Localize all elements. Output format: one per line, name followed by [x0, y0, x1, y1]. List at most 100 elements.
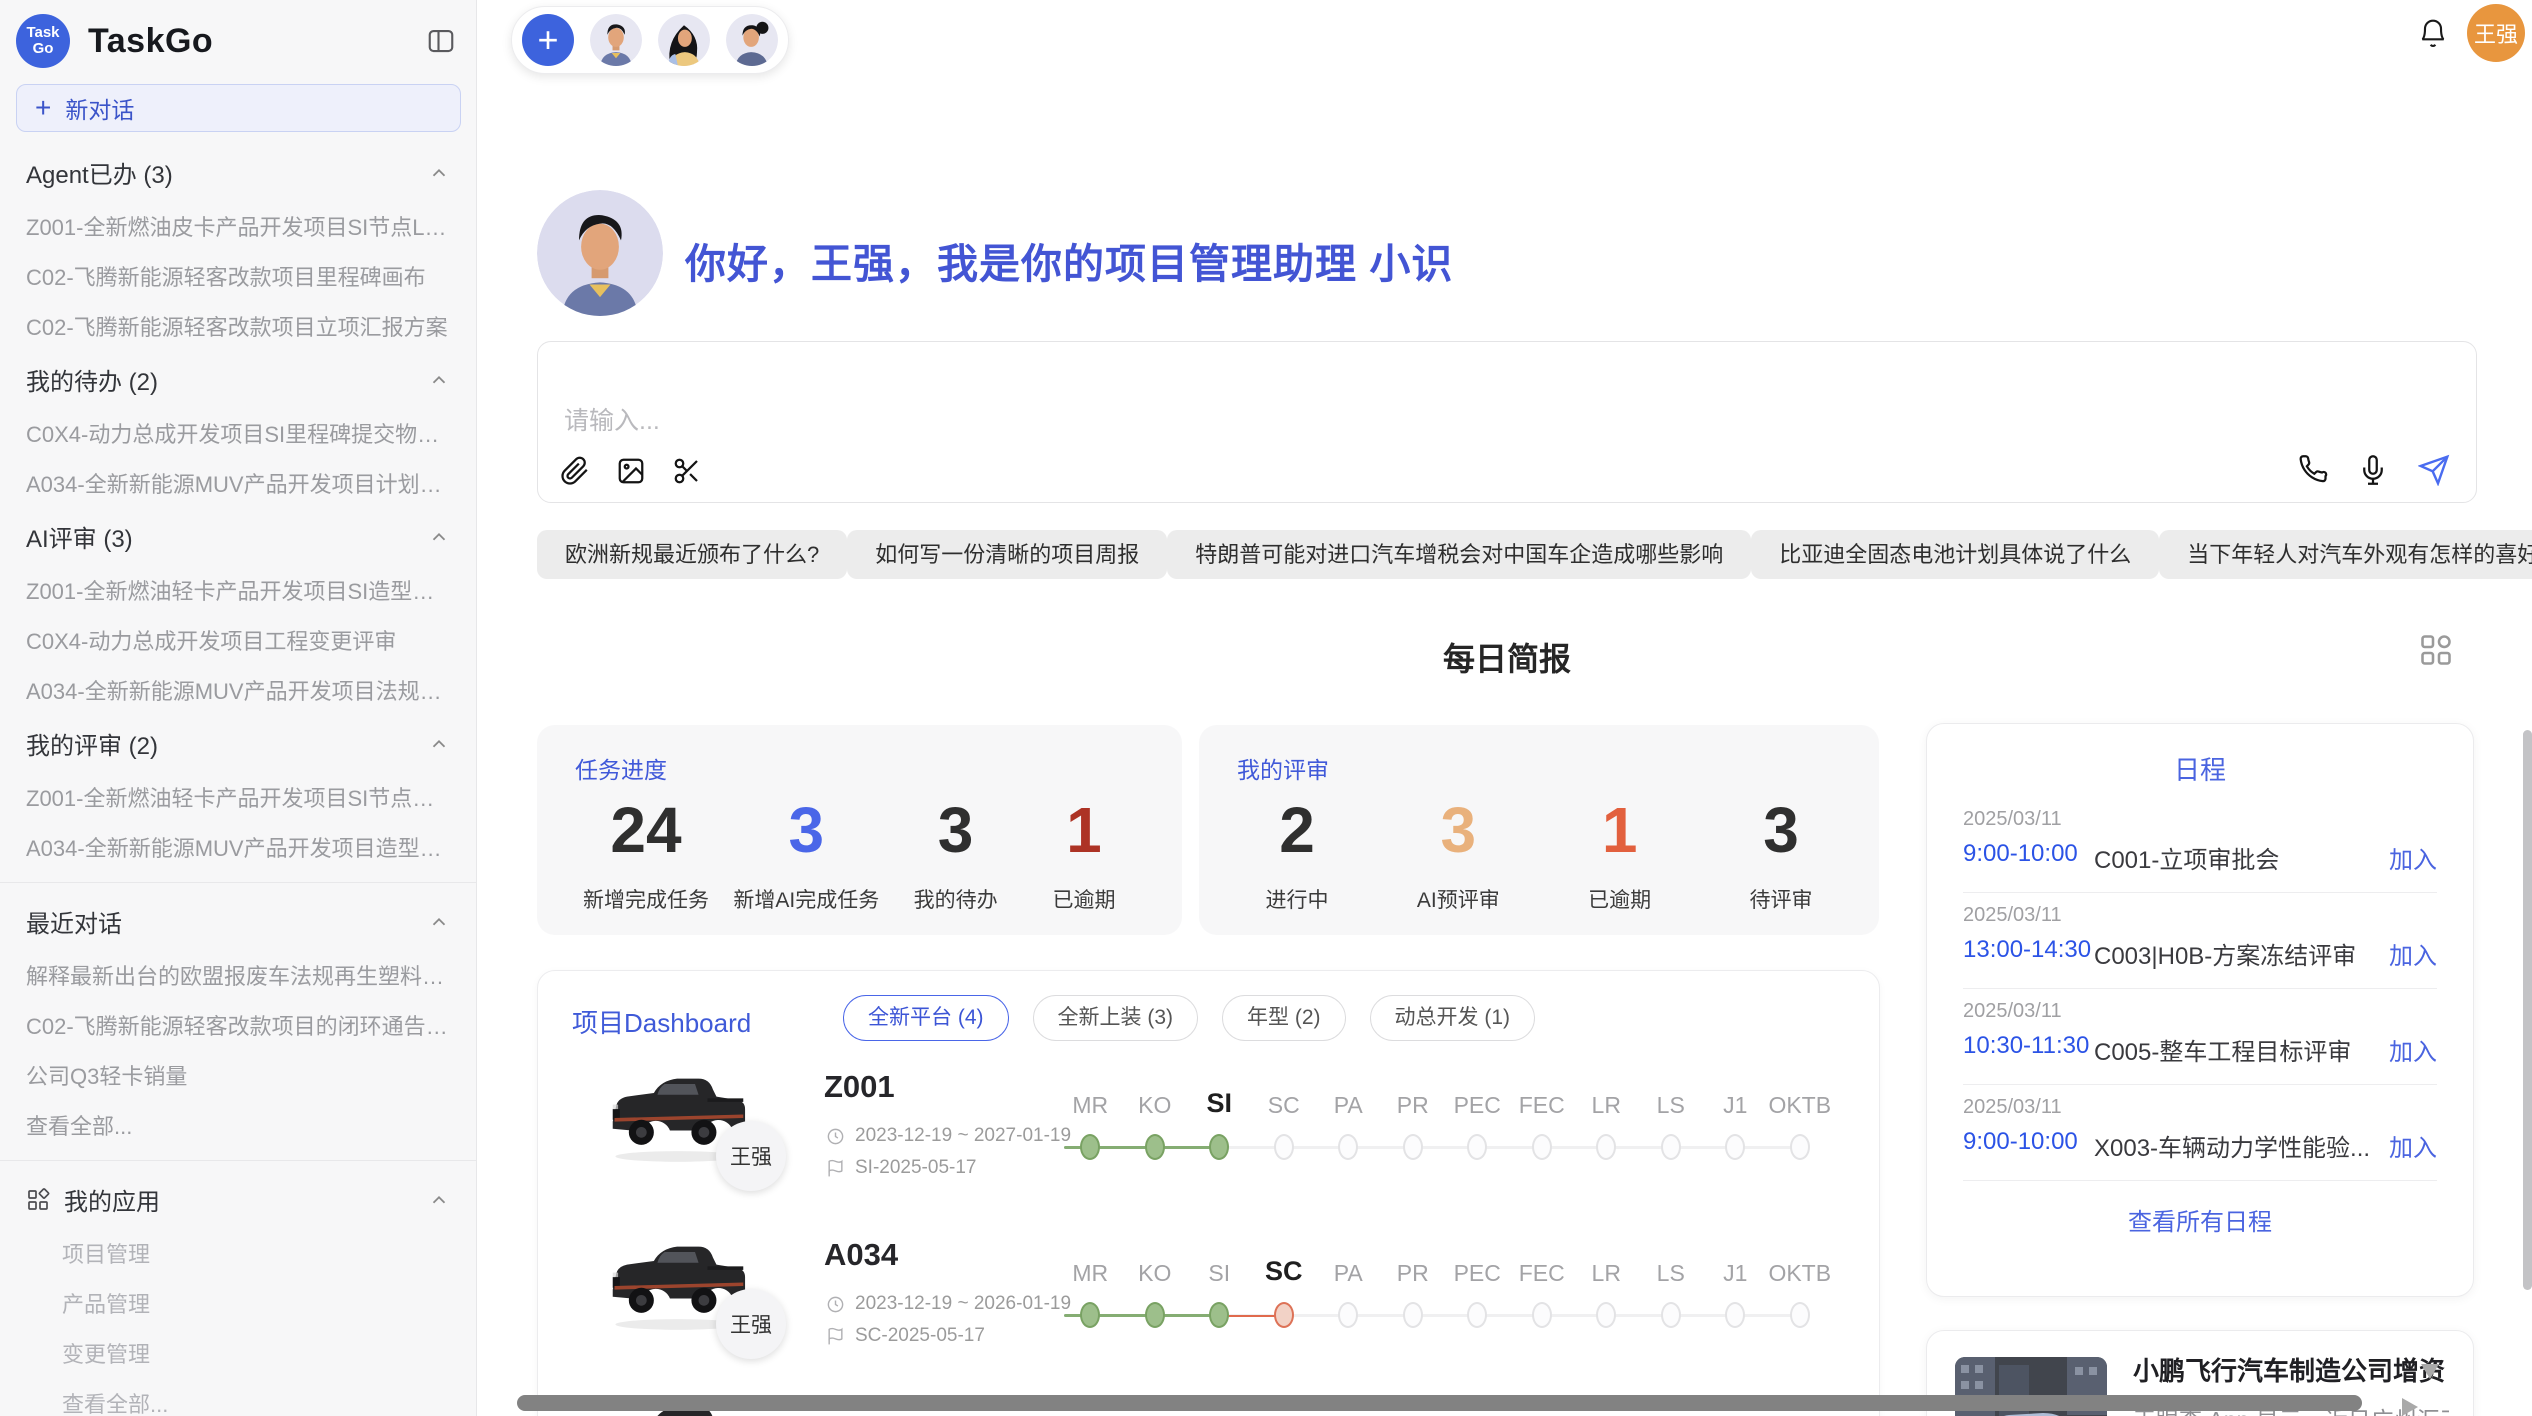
chevron-up-icon[interactable] [428, 162, 450, 184]
milestone-label: FEC [1510, 1092, 1575, 1119]
paperclip-icon[interactable] [560, 456, 590, 486]
list-item[interactable]: A034-全新新能源MUV产品开发项目计划变更表编写 [0, 458, 476, 508]
milestone-label: MR [1058, 1092, 1123, 1119]
milestone-dot[interactable] [1596, 1302, 1616, 1328]
list-item[interactable]: C0X4-动力总成开发项目SI里程碑提交物检查 [0, 408, 476, 458]
section-my-review[interactable]: 我的评审 (2) [0, 715, 476, 772]
list-item[interactable]: C02-飞腾新能源轻客改款项目立项汇报方案 [0, 301, 476, 351]
chevron-up-icon[interactable] [428, 369, 450, 391]
milestone-dot[interactable] [1725, 1302, 1745, 1328]
task-progress-card: 任务进度 24新增完成任务 3新增AI完成任务 3我的待办 1已逾期 [537, 725, 1182, 935]
join-link[interactable]: 加入 [2389, 840, 2437, 875]
milestone-dot[interactable] [1467, 1302, 1487, 1328]
list-item[interactable]: C0X4-动力总成开发项目工程变更评审 [0, 615, 476, 665]
logo-line1: Task [26, 25, 59, 42]
milestone-dot[interactable] [1596, 1134, 1616, 1160]
join-link[interactable]: 加入 [2389, 936, 2437, 971]
notification-bell-icon[interactable] [2417, 18, 2449, 50]
chevron-up-icon[interactable] [428, 911, 450, 933]
section-my-apps[interactable]: 我的应用 [0, 1171, 476, 1228]
milestone-dot[interactable] [1338, 1302, 1358, 1328]
milestone-dot[interactable] [1209, 1302, 1229, 1328]
layout-grid-icon[interactable] [2418, 632, 2454, 668]
image-icon[interactable] [616, 456, 646, 486]
sidebar-item-product-mgmt[interactable]: 产品管理 [0, 1278, 476, 1328]
milestone-dot[interactable] [1790, 1134, 1810, 1160]
sidebar-collapse-icon[interactable] [426, 26, 456, 56]
milestone-dot[interactable] [1080, 1302, 1100, 1328]
suggestion-chip[interactable]: 当下年轻人对汽车外观有怎样的喜好趋势 [2159, 530, 2532, 579]
filter-chip[interactable]: 全新上装 (3) [1033, 995, 1199, 1041]
card-title: 任务进度 [575, 751, 1144, 785]
phone-icon[interactable] [2298, 455, 2328, 485]
new-chat-button[interactable]: + 新对话 [16, 84, 461, 132]
milestone-dot[interactable] [1145, 1134, 1165, 1160]
milestone-dot[interactable] [1661, 1302, 1681, 1328]
suggestion-chip[interactable]: 比亚迪全固态电池计划具体说了什么 [1751, 530, 2159, 579]
section-ai-review[interactable]: AI评审 (3) [0, 508, 476, 565]
section-my-todo[interactable]: 我的待办 (2) [0, 351, 476, 408]
stat-label: 新增AI完成任务 [733, 884, 879, 914]
schedule-title: 日程 [1927, 750, 2473, 787]
section-title: 最近对话 [26, 904, 122, 939]
vertical-scrollbar[interactable] [2523, 730, 2532, 1290]
avatar[interactable] [658, 14, 710, 66]
section-agent-done[interactable]: Agent已办 (3) [0, 144, 476, 201]
scroll-down-arrow-icon[interactable] [2421, 1364, 2439, 1379]
project-dashboard-card: 项目Dashboard 全新平台 (4) 全新上装 (3) 年型 (2) 动总开… [537, 970, 1880, 1416]
milestone-dot[interactable] [1145, 1302, 1165, 1328]
chevron-up-icon[interactable] [428, 1189, 450, 1211]
milestone-label: PEC [1445, 1092, 1510, 1119]
list-item[interactable]: C02-飞腾新能源轻客改款项目里程碑画布 [0, 251, 476, 301]
stat-value: 2 [1279, 797, 1315, 864]
chevron-up-icon[interactable] [428, 733, 450, 755]
milestone-dot[interactable] [1661, 1134, 1681, 1160]
suggestion-chip[interactable]: 特朗普可能对进口汽车增税会对中国车企造成哪些影响 [1167, 530, 1751, 579]
milestone-dot[interactable] [1274, 1134, 1294, 1160]
filter-chip[interactable]: 动总开发 (1) [1370, 995, 1536, 1041]
list-item[interactable]: A034-全新新能源MUV产品开发项目造型可行性评审 [0, 822, 476, 872]
milestone-dot[interactable] [1209, 1134, 1229, 1160]
milestone-dot[interactable] [1532, 1134, 1552, 1160]
suggestion-chip[interactable]: 欧洲新规最近颁布了什么? [537, 530, 847, 579]
microphone-icon[interactable] [2358, 455, 2388, 485]
list-item[interactable]: A034-全新新能源MUV产品开发项目法规符合性评审 [0, 665, 476, 715]
avatar[interactable] [726, 14, 778, 66]
sidebar-item-change-mgmt[interactable]: 变更管理 [0, 1328, 476, 1378]
list-item[interactable]: 公司Q3轻卡销量 [0, 1050, 476, 1100]
suggestion-chip[interactable]: 如何写一份清晰的项目周报 [847, 530, 1167, 579]
view-all-schedule-link[interactable]: 查看所有日程 [1927, 1202, 2473, 1237]
milestone-dot[interactable] [1338, 1134, 1358, 1160]
scroll-right-arrow-icon[interactable] [2402, 1398, 2418, 1416]
list-item[interactable]: C02-飞腾新能源轻客改款项目的闭环通告反馈情况 [0, 1000, 476, 1050]
milestone-dot[interactable] [1080, 1134, 1100, 1160]
send-icon[interactable] [2418, 454, 2450, 486]
view-all-chats[interactable]: 查看全部... [0, 1100, 476, 1150]
scissors-icon[interactable] [672, 456, 702, 486]
user-avatar[interactable]: 王强 [2467, 4, 2525, 62]
filter-chip[interactable]: 年型 (2) [1222, 995, 1346, 1041]
milestone-dot[interactable] [1403, 1134, 1423, 1160]
list-item[interactable]: Z001-全新燃油轻卡产品开发项目SI节点属性5D文件评审 [0, 772, 476, 822]
milestone-dot[interactable] [1532, 1302, 1552, 1328]
milestone-dot[interactable] [1725, 1134, 1745, 1160]
list-item[interactable]: Z001-全新燃油轻卡产品开发项目SI造型提交物评审 [0, 565, 476, 615]
avatar[interactable] [590, 14, 642, 66]
milestone-dot[interactable] [1790, 1302, 1810, 1328]
add-agent-button[interactable]: + [522, 14, 574, 66]
sidebar-item-project-mgmt[interactable]: 项目管理 [0, 1228, 476, 1278]
horizontal-scrollbar[interactable] [517, 1395, 2362, 1411]
milestone-dot[interactable] [1467, 1134, 1487, 1160]
section-recent-chats[interactable]: 最近对话 [0, 893, 476, 950]
chevron-up-icon[interactable] [428, 526, 450, 548]
list-item[interactable]: Z001-全新燃油皮卡产品开发项目SI节点Lesson Learn报告 [0, 201, 476, 251]
divider [1963, 1084, 2437, 1085]
view-all-apps[interactable]: 查看全部... [0, 1378, 476, 1416]
join-link[interactable]: 加入 [2389, 1128, 2437, 1163]
join-link[interactable]: 加入 [2389, 1032, 2437, 1067]
filter-chip[interactable]: 全新平台 (4) [843, 995, 1009, 1041]
chat-input[interactable] [562, 398, 1966, 444]
milestone-dot[interactable] [1403, 1302, 1423, 1328]
milestone-dot-alert[interactable] [1274, 1302, 1294, 1328]
list-item[interactable]: 解释最新出台的欧盟报废车法规再生塑料比例被调至15%... [0, 950, 476, 1000]
